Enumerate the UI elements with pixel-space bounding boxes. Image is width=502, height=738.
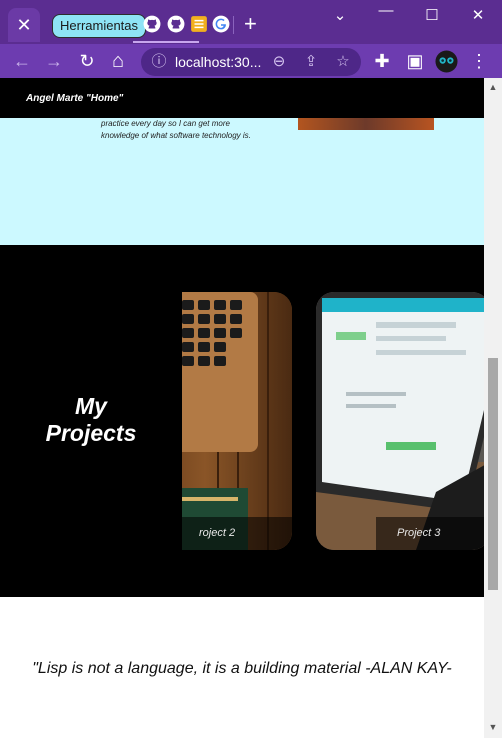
- about-image: [298, 118, 434, 130]
- scroll-up-arrow-icon[interactable]: ▲: [488, 82, 498, 92]
- projects-section: roject 2 Project 3 My Projects: [0, 245, 484, 597]
- project-card-caption: roject 2: [178, 517, 292, 550]
- site-info-icon[interactable]: ⓘ: [150, 53, 168, 71]
- browser-tab-strip: ✕ Herramientas + ⌄ — ☐ ✕: [0, 0, 502, 44]
- close-window-button[interactable]: ✕: [466, 6, 490, 26]
- browser-toolbar: ← → ↻ ⌂ ⓘ localhost:30... ⊖ ⇪ ☆ ✚ ▣ ⋮: [0, 44, 502, 78]
- browser-menu-icon[interactable]: ⋮: [467, 49, 491, 73]
- profile-avatar[interactable]: [435, 50, 458, 73]
- new-tab-button[interactable]: +: [244, 11, 257, 37]
- project-card-caption: Project 3: [376, 517, 484, 550]
- github-icon[interactable]: [167, 15, 185, 33]
- tab-search-icon[interactable]: ⌄: [328, 6, 352, 26]
- forward-button[interactable]: →: [42, 49, 66, 73]
- projects-heading: My Projects: [45, 393, 137, 446]
- project-3-image: [316, 292, 484, 550]
- minimize-button[interactable]: —: [374, 2, 398, 22]
- site-brand-link[interactable]: Angel Marte "Home": [26, 93, 123, 104]
- share-icon[interactable]: ⇪: [302, 53, 320, 71]
- bookmark-star-icon[interactable]: ☆: [334, 53, 352, 71]
- url-text[interactable]: localhost:30...: [175, 54, 261, 70]
- maximize-button[interactable]: ☐: [420, 6, 444, 26]
- google-icon[interactable]: [212, 15, 230, 33]
- tab-group-indicator: [133, 41, 199, 43]
- address-bar[interactable]: ⓘ localhost:30... ⊖ ⇪ ☆: [141, 48, 361, 76]
- active-tab-close-icon[interactable]: ✕: [8, 8, 40, 42]
- bookmark-site-icon[interactable]: [190, 15, 208, 33]
- tab-group-herramientas[interactable]: Herramientas: [52, 14, 147, 38]
- quote-section: "Lisp is not a language, it is a buildin…: [0, 597, 484, 738]
- project-card[interactable]: Project 3: [316, 292, 484, 550]
- back-button[interactable]: ←: [10, 49, 34, 73]
- side-panel-icon[interactable]: ▣: [403, 49, 427, 73]
- site-navbar: Angel Marte "Home": [0, 78, 484, 118]
- page-scrollbar[interactable]: ▲ ▼: [484, 78, 502, 738]
- zoom-icon[interactable]: ⊖: [270, 53, 288, 71]
- scrollbar-thumb[interactable]: [488, 358, 498, 590]
- extensions-icon[interactable]: ✚: [370, 49, 394, 73]
- about-section: practice every day so I can get more kno…: [0, 118, 484, 245]
- about-paragraph: practice every day so I can get more kno…: [101, 119, 251, 140]
- scroll-down-arrow-icon[interactable]: ▼: [488, 722, 498, 732]
- reload-button[interactable]: ↻: [75, 49, 99, 73]
- home-button[interactable]: ⌂: [106, 49, 130, 73]
- github-icon[interactable]: [143, 15, 161, 33]
- quote-text: "Lisp is not a language, it is a buildin…: [32, 660, 452, 677]
- tab-separator: [233, 16, 234, 34]
- page-viewport: Angel Marte "Home" practice every day so…: [0, 78, 484, 738]
